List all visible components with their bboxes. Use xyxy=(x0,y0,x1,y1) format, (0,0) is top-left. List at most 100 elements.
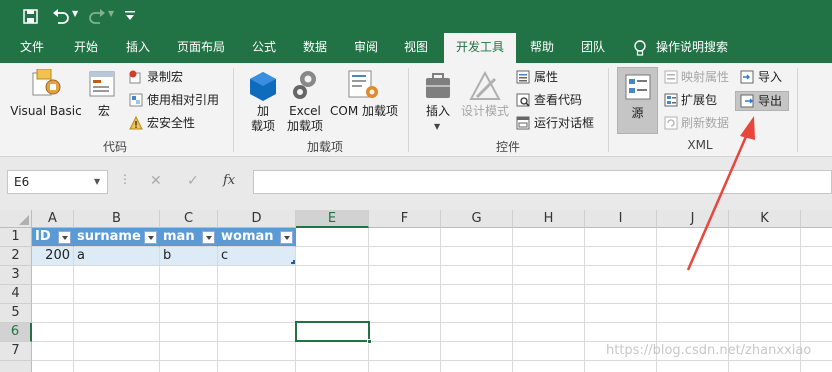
row-header[interactable]: 2 xyxy=(0,247,32,266)
filter-dropdown-icon[interactable] xyxy=(280,231,293,244)
customize-qat-icon[interactable] xyxy=(124,10,136,22)
formula-bar-grip-icon: ⋮ xyxy=(119,172,131,186)
macro-security-button[interactable]: 宏安全性 xyxy=(147,116,195,131)
name-box-dropdown-icon[interactable]: ▼ xyxy=(94,177,100,186)
insert-function-icon[interactable]: fx xyxy=(223,173,235,188)
filter-dropdown-icon[interactable] xyxy=(144,231,157,244)
macro-security-icon xyxy=(129,116,143,130)
group-separator xyxy=(233,68,234,152)
tab-developer[interactable]: 开发工具 xyxy=(444,33,516,63)
undo-icon[interactable] xyxy=(52,8,70,24)
annotation-arrow xyxy=(686,116,755,271)
column-header[interactable]: B xyxy=(74,210,160,228)
export-label: 导出 xyxy=(758,94,783,108)
excel-addins-button[interactable]: Excel 加载项 xyxy=(284,104,326,134)
table-cell[interactable]: b xyxy=(160,247,218,266)
table-resize-handle[interactable] xyxy=(291,260,295,264)
design-mode-icon xyxy=(469,71,501,100)
table-header-cell[interactable]: man xyxy=(160,228,218,247)
lightbulb-icon xyxy=(634,40,646,56)
relative-ref-button[interactable]: 使用相对引用 xyxy=(147,93,219,108)
run-dialog-button[interactable]: 运行对话框 xyxy=(534,116,594,131)
tab-insert[interactable]: 插入 xyxy=(116,33,160,63)
quick-access-toolbar: ▼ ▼ xyxy=(0,0,832,33)
table-cell[interactable]: 200 xyxy=(32,247,74,266)
properties-button[interactable]: 属性 xyxy=(534,70,558,85)
row-header[interactable]: 4 xyxy=(0,285,32,304)
tell-me-search[interactable]: 操作说明搜索 xyxy=(656,33,742,63)
tab-help[interactable]: 帮助 xyxy=(522,33,562,63)
row-header[interactable]: 7 xyxy=(0,342,32,361)
insert-control-icon xyxy=(426,73,450,98)
table-header-cell[interactable]: ID xyxy=(32,228,74,247)
tab-view[interactable]: 视图 xyxy=(396,33,436,63)
column-header[interactable]: D xyxy=(218,210,296,228)
table-header-label: man xyxy=(163,229,195,244)
column-header[interactable]: E xyxy=(296,210,369,228)
properties-icon xyxy=(516,70,530,84)
view-code-icon xyxy=(516,93,530,107)
group-label-code: 代码 xyxy=(102,140,127,154)
insert-control-button[interactable]: 插入 xyxy=(420,104,456,119)
row-header[interactable] xyxy=(0,361,32,372)
table-header-label: surname xyxy=(77,229,141,244)
tab-page-layout[interactable]: 页面布局 xyxy=(170,33,232,63)
filter-dropdown-icon[interactable] xyxy=(58,231,71,244)
run-dialog-icon xyxy=(516,116,530,130)
visual-basic-button[interactable]: Visual Basic xyxy=(8,104,84,119)
row-header[interactable]: 5 xyxy=(0,304,32,323)
redo-dropdown-icon: ▼ xyxy=(108,9,115,18)
excel-addins-label-line2: 加载项 xyxy=(286,119,323,133)
table-header-label: ID xyxy=(35,229,51,244)
row-header[interactable]: 1 xyxy=(0,228,32,247)
tab-home[interactable]: 开始 xyxy=(64,33,108,63)
tab-team[interactable]: 团队 xyxy=(573,33,613,63)
cancel-icon: ✕ xyxy=(150,173,162,189)
redo-icon xyxy=(89,9,105,24)
table-header-cell[interactable]: surname xyxy=(74,228,160,247)
table-cell[interactable]: c xyxy=(218,247,296,266)
column-header[interactable]: I xyxy=(585,210,657,228)
tab-file[interactable]: 文件 xyxy=(10,33,54,63)
tab-review[interactable]: 审阅 xyxy=(346,33,386,63)
source-icon xyxy=(625,74,651,100)
table-header-label: woman xyxy=(221,229,274,244)
group-separator xyxy=(797,68,798,152)
macros-button[interactable]: 宏 xyxy=(92,104,116,119)
tab-data[interactable]: 数据 xyxy=(295,33,335,63)
com-addins-button[interactable]: COM 加载项 xyxy=(326,104,402,119)
source-button[interactable]: 源 xyxy=(617,67,658,134)
column-header[interactable]: C xyxy=(160,210,218,228)
select-all-button[interactable] xyxy=(0,210,32,228)
addins-button[interactable]: 加 载项 xyxy=(250,104,276,134)
expansion-packs-button[interactable]: 扩展包 xyxy=(681,93,717,108)
save-icon[interactable] xyxy=(23,9,38,24)
undo-dropdown-icon[interactable]: ▼ xyxy=(72,9,78,18)
column-header[interactable]: H xyxy=(513,210,585,228)
column-header[interactable]: A xyxy=(32,210,74,228)
group-label-controls: 控件 xyxy=(495,140,520,154)
import-button[interactable]: 导入 xyxy=(758,70,782,85)
export-button[interactable]: 导出 xyxy=(735,91,789,111)
map-properties-button: 映射属性 xyxy=(681,70,730,84)
group-separator xyxy=(608,68,609,152)
record-macro-icon xyxy=(129,70,141,84)
macros-icon xyxy=(89,71,115,97)
row-header[interactable]: 6 xyxy=(0,323,32,342)
tab-formulas[interactable]: 公式 xyxy=(244,33,284,63)
insert-dropdown-icon[interactable]: ▼ xyxy=(434,122,440,131)
column-header[interactable] xyxy=(801,210,832,228)
column-header[interactable]: F xyxy=(369,210,441,228)
column-header[interactable]: G xyxy=(441,210,513,228)
record-macro-button[interactable]: 录制宏 xyxy=(147,70,183,85)
table-header-cell[interactable]: woman xyxy=(218,228,296,247)
table-cell[interactable]: a xyxy=(74,247,160,266)
filter-dropdown-icon[interactable] xyxy=(202,231,215,244)
fill-handle[interactable] xyxy=(367,339,372,344)
row-header[interactable]: 3 xyxy=(0,266,32,285)
select-all-icon xyxy=(19,215,29,225)
name-box[interactable]: E6 ▼ xyxy=(7,170,108,194)
source-label: 源 xyxy=(631,106,644,120)
view-code-button[interactable]: 查看代码 xyxy=(534,93,582,108)
selected-cell[interactable] xyxy=(295,321,372,344)
